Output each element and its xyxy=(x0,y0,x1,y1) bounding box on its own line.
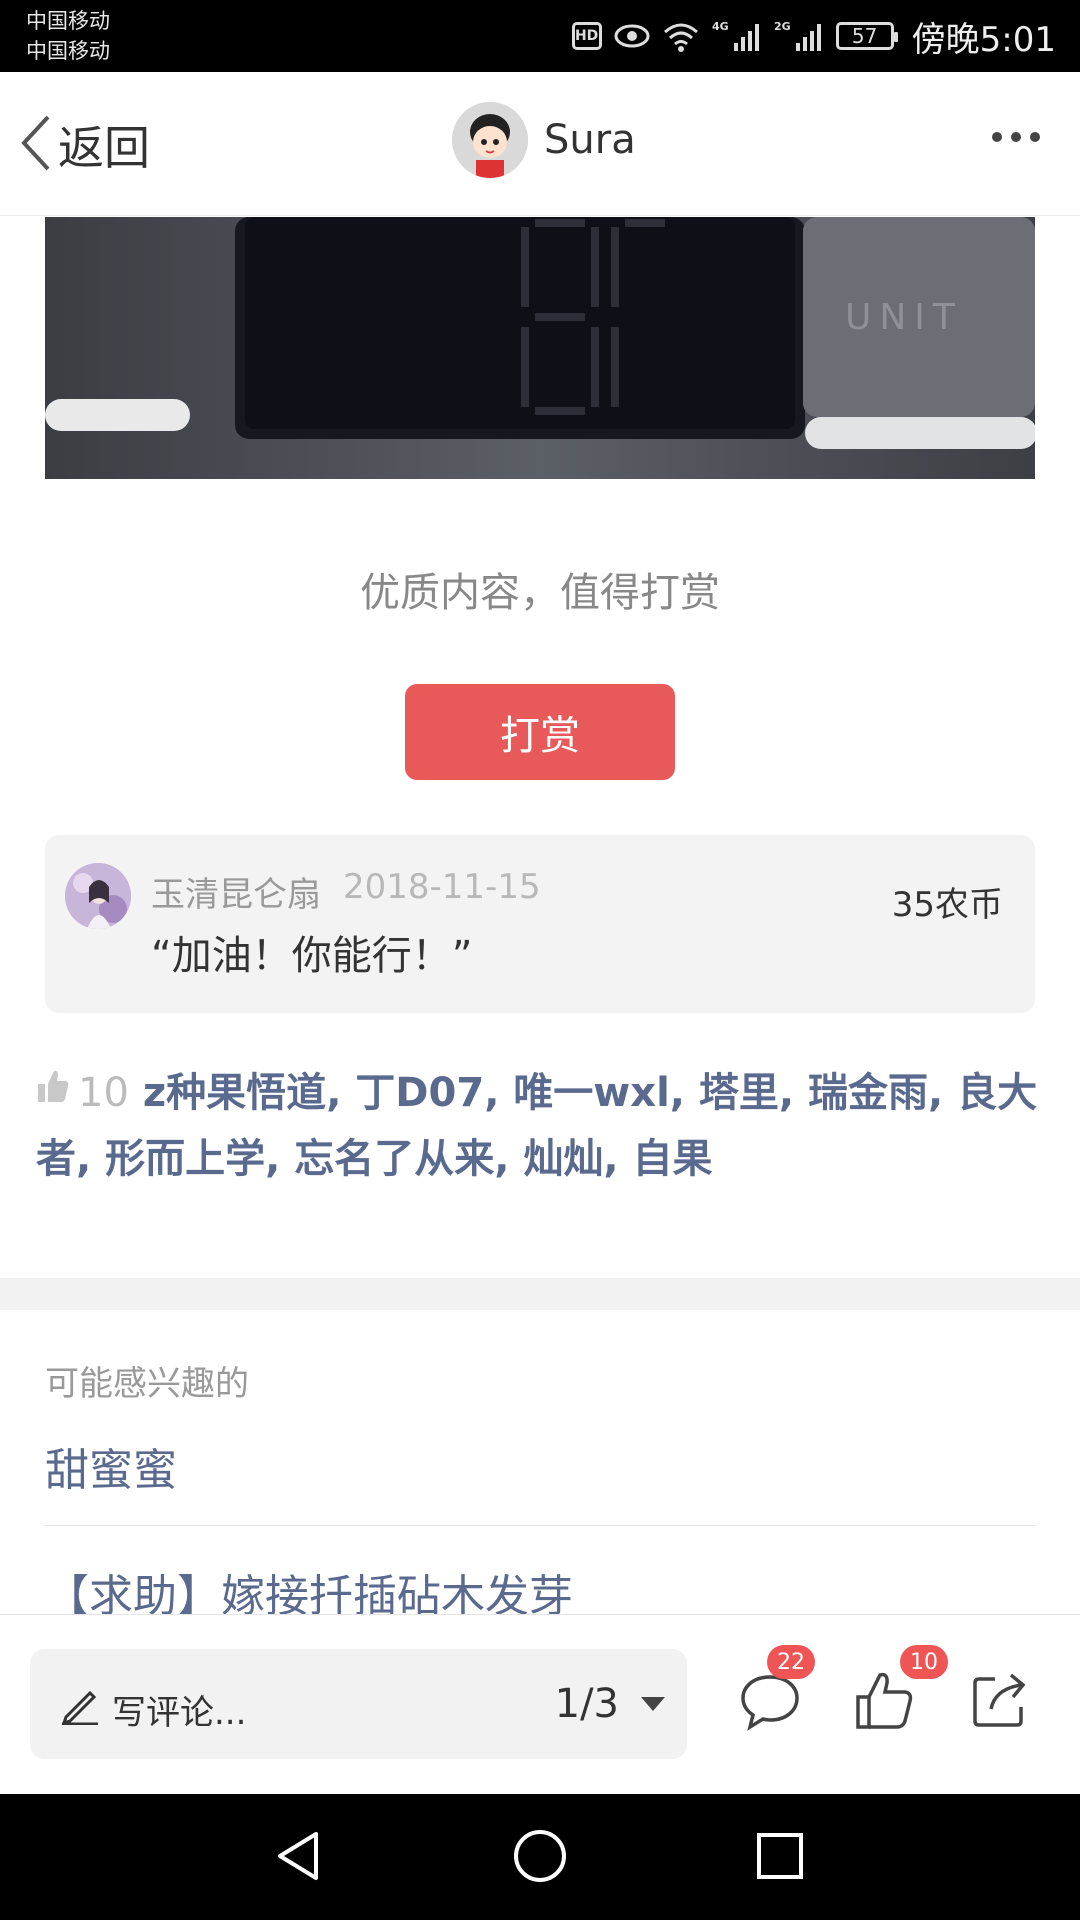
status-bar: 中国移动 中国移动 HD 4G 2G 57 傍晚5:01 xyxy=(0,0,1080,72)
list-divider xyxy=(45,1525,1035,1526)
thumbs-up-icon xyxy=(36,1058,70,1124)
tip-message: “加油！你能行！” xyxy=(151,933,473,979)
carrier-label-2: 中国移动 xyxy=(26,39,110,63)
dot-icon xyxy=(1030,132,1040,142)
circle-home-icon xyxy=(514,1830,566,1882)
share-button[interactable] xyxy=(965,1665,1035,1735)
comment-count-badge: 22 xyxy=(767,1645,815,1679)
bottom-action-bar: 写评论... 1/3 22 10 xyxy=(0,1614,1080,1794)
back-label: 返回 xyxy=(58,121,150,175)
liker-name[interactable]: 唯一wxl xyxy=(513,1070,669,1116)
carrier-label-1: 中国移动 xyxy=(26,9,110,33)
liker-name[interactable]: 灿灿 xyxy=(523,1136,603,1182)
signal-4g-icon: 4G xyxy=(712,19,762,53)
recommend-item[interactable]: 甜蜜蜜 xyxy=(45,1434,177,1498)
likes-list: 10 z种果悟道, 丁D07, 唯一wxl, 塔里, 瑞金雨, 良大者, 形而上学… xyxy=(36,1060,1046,1192)
svg-text:2G: 2G xyxy=(774,20,791,33)
tipper-avatar[interactable] xyxy=(65,863,131,929)
back-button[interactable]: 返回 xyxy=(18,112,150,178)
comment-placeholder: 写评论... xyxy=(112,1693,247,1733)
comment-input[interactable]: 写评论... 1/3 xyxy=(30,1649,687,1759)
recommend-heading: 可能感兴趣的 xyxy=(45,1364,249,1404)
system-back-button[interactable] xyxy=(270,1826,330,1886)
section-divider xyxy=(0,1278,1080,1310)
like-count-badge: 10 xyxy=(900,1645,948,1679)
hd-icon: HD xyxy=(571,22,602,50)
share-icon xyxy=(973,1673,1026,1727)
author-avatar[interactable] xyxy=(452,102,528,178)
post-photo[interactable]: UNIT xyxy=(45,217,1035,479)
square-recents-icon xyxy=(757,1833,803,1879)
caret-down-icon[interactable] xyxy=(641,1697,665,1711)
page-indicator[interactable]: 1/3 xyxy=(555,1681,619,1727)
dot-icon xyxy=(992,132,1002,142)
signal-2g-icon: 2G xyxy=(774,19,824,53)
comments-button[interactable]: 22 xyxy=(735,1645,815,1735)
system-recents-button[interactable] xyxy=(750,1826,810,1886)
svg-text:UNIT: UNIT xyxy=(845,297,963,338)
triangle-back-icon xyxy=(278,1832,318,1880)
liker-name[interactable]: z种果悟道 xyxy=(143,1070,326,1116)
liker-name[interactable]: 忘名了从来 xyxy=(294,1136,494,1182)
liker-name[interactable]: 形而上学 xyxy=(105,1136,265,1182)
battery-icon: 57 xyxy=(835,22,898,50)
chevron-left-icon xyxy=(18,115,52,175)
svg-text:4G: 4G xyxy=(712,20,729,33)
tipper-name[interactable]: 玉清昆仑扇 xyxy=(151,867,321,916)
eye-icon xyxy=(614,22,650,50)
reward-button[interactable]: 打赏 xyxy=(405,684,675,780)
pencil-icon xyxy=(60,1685,100,1729)
more-options-button[interactable] xyxy=(992,132,1040,142)
wifi-icon xyxy=(662,20,700,52)
top-nav-bar: 返回 Sura xyxy=(0,72,1080,216)
author-header[interactable]: Sura xyxy=(452,102,636,178)
dot-icon xyxy=(1011,132,1021,142)
liker-name[interactable]: 瑞金雨 xyxy=(808,1070,928,1116)
liker-name[interactable]: 塔里 xyxy=(699,1070,779,1116)
system-nav-bar xyxy=(0,1794,1080,1920)
tip-record-card: 玉清昆仑扇 2018-11-15 35农币 “加油！你能行！” xyxy=(45,835,1035,1013)
tip-date: 2018-11-15 xyxy=(343,867,541,907)
liker-name[interactable]: 丁D07 xyxy=(355,1070,484,1116)
clock: 傍晚5:01 xyxy=(911,19,1056,60)
like-count: 10 xyxy=(78,1070,129,1116)
status-icons: HD 4G 2G 57 傍晚5:01 xyxy=(571,12,1056,60)
author-name[interactable]: Sura xyxy=(544,117,636,163)
system-home-button[interactable] xyxy=(510,1826,570,1886)
reward-prompt: 优质内容，值得打赏 xyxy=(360,570,720,616)
liker-name[interactable]: 自果 xyxy=(633,1136,713,1182)
tip-amount: 35农币 xyxy=(891,885,1003,925)
like-button[interactable]: 10 xyxy=(850,1645,948,1735)
